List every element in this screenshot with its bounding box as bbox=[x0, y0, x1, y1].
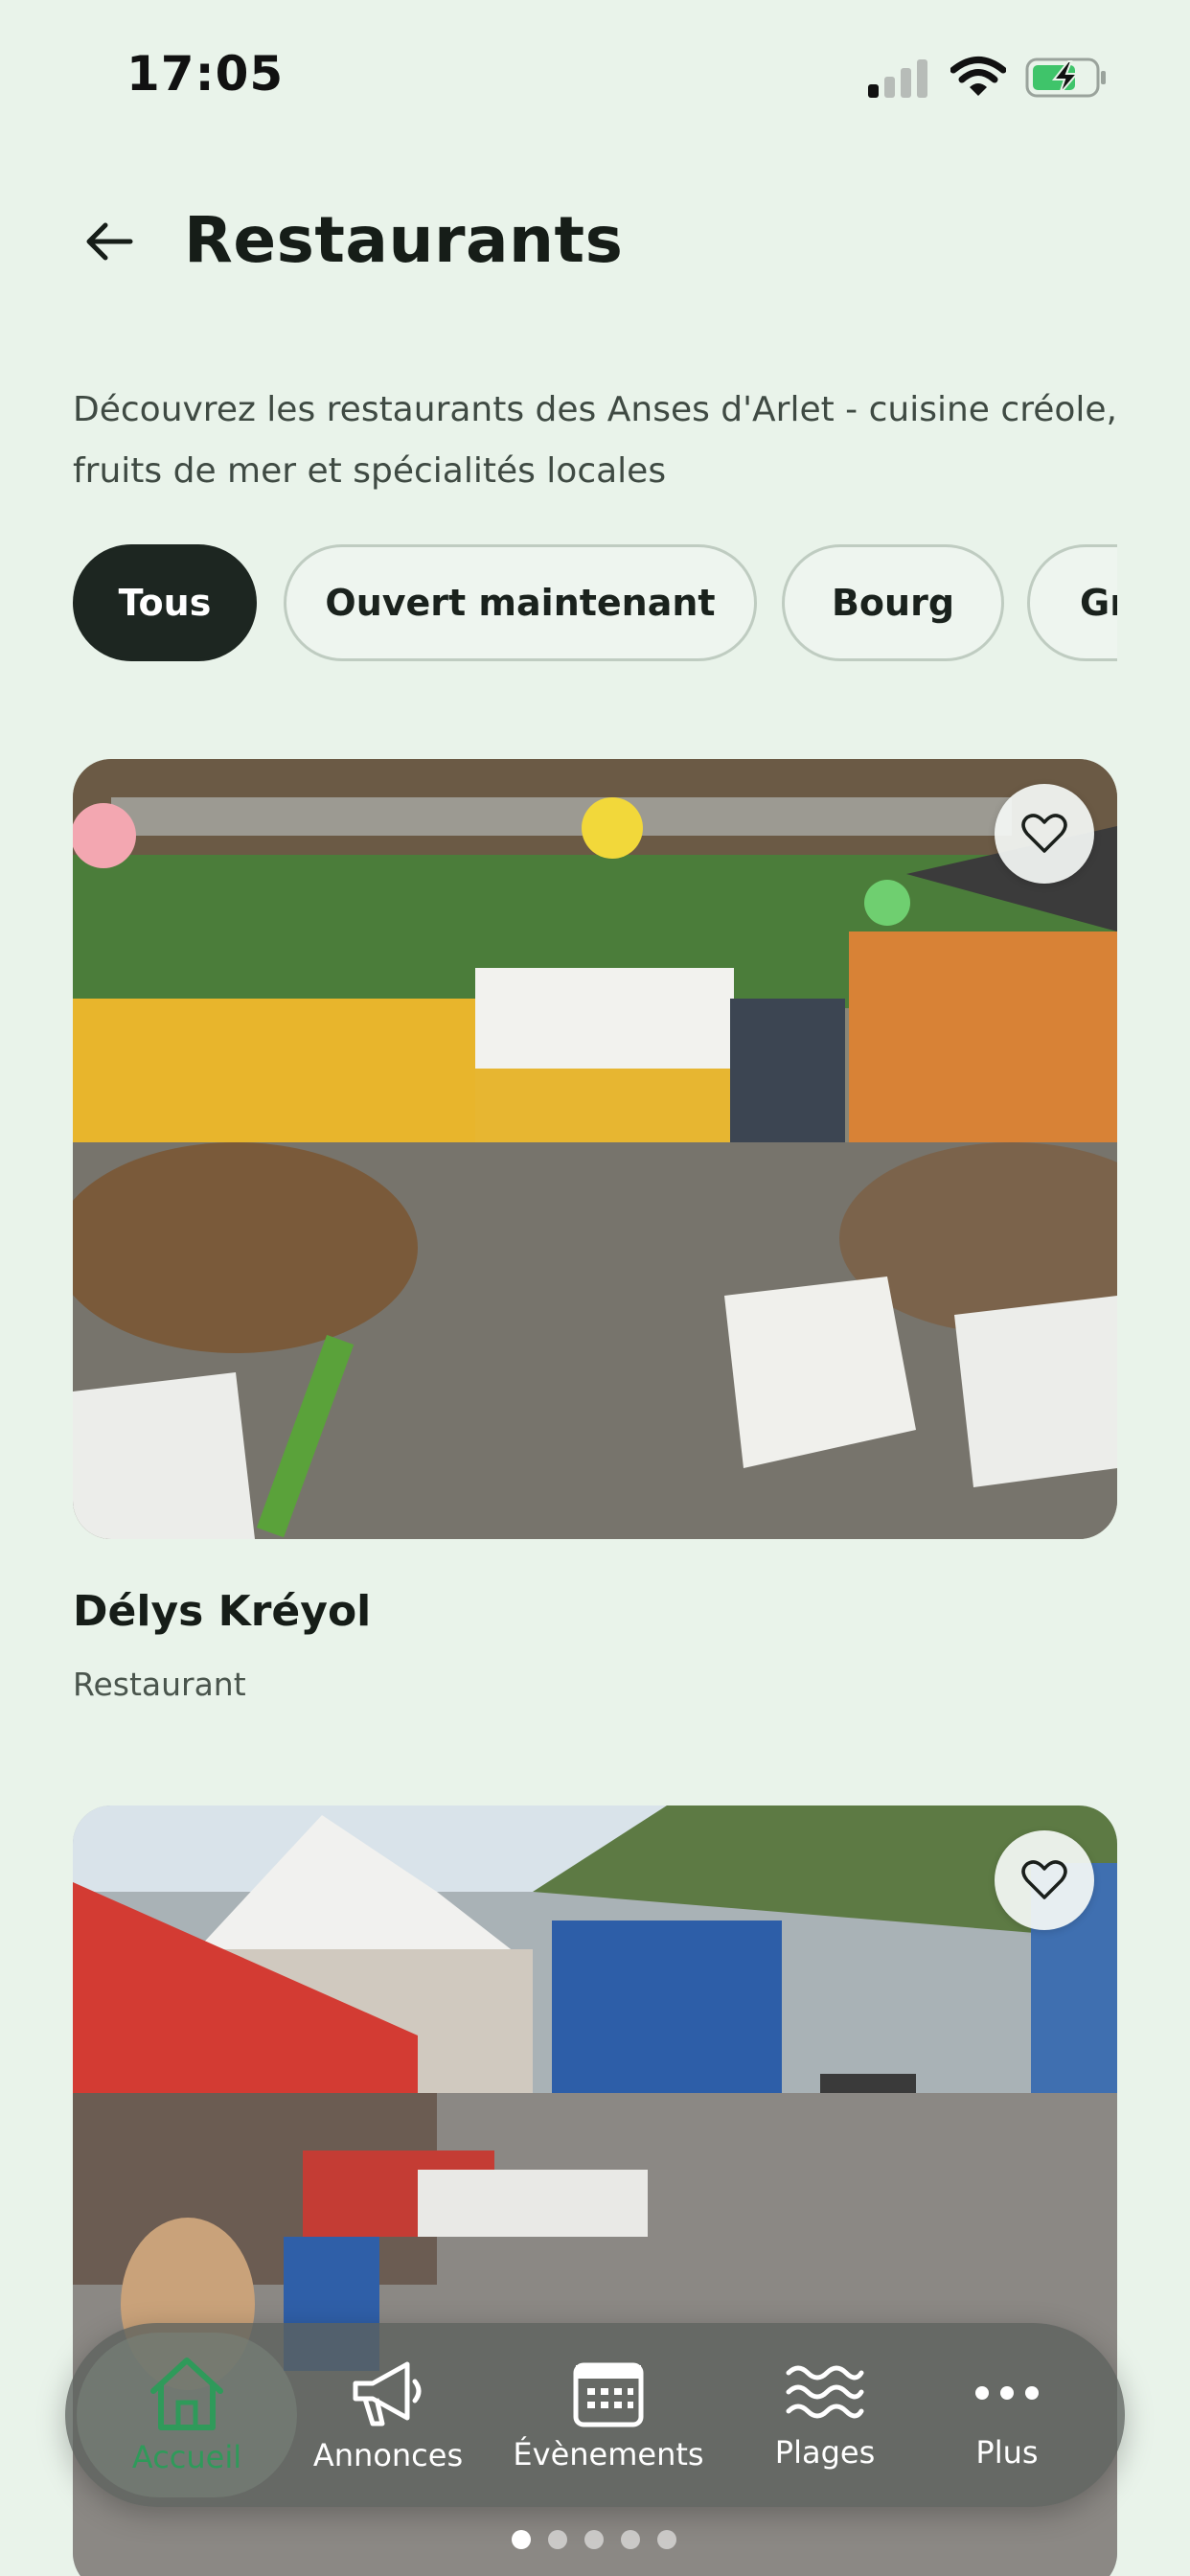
filter-chip-label: Tous bbox=[118, 582, 212, 624]
tab-label: Accueil bbox=[131, 2439, 242, 2475]
filter-chip-ouvert-maintenant[interactable]: Ouvert maintenant bbox=[284, 544, 757, 661]
tab-plus[interactable]: Plus bbox=[935, 2323, 1079, 2507]
page-description: Découvrez les restaurants des Anses d'Ar… bbox=[73, 390, 1117, 491]
filter-chip-label: Ouvert maintenant bbox=[325, 582, 716, 624]
home-icon bbox=[150, 2358, 223, 2430]
status-bar: 17:05 bbox=[0, 0, 1190, 144]
filter-chip-label: Gr bbox=[1080, 582, 1117, 624]
megaphone-icon bbox=[353, 2361, 422, 2426]
restaurant-photo bbox=[73, 759, 1117, 1539]
arrow-left-icon bbox=[86, 222, 133, 261]
filter-chip-label: Bourg bbox=[831, 582, 955, 624]
restaurant-card-image[interactable] bbox=[73, 759, 1117, 1539]
pager-dot[interactable] bbox=[657, 2530, 676, 2549]
tab-evenements[interactable]: Évènements bbox=[508, 2323, 709, 2507]
heart-outline-icon bbox=[1021, 1860, 1067, 1899]
filter-chip-gr[interactable]: Gr bbox=[1027, 544, 1117, 661]
pager-dot[interactable] bbox=[548, 2530, 567, 2549]
signal-icon bbox=[868, 59, 929, 98]
restaurants-screen: 17:05 Restaurants Découvrez les restaura… bbox=[0, 0, 1190, 2576]
tab-label: Annonces bbox=[312, 2437, 464, 2473]
pager-dot[interactable] bbox=[621, 2530, 640, 2549]
waves-icon bbox=[786, 2365, 864, 2419]
filter-chip-tous[interactable]: Tous bbox=[73, 544, 257, 661]
wifi-icon bbox=[950, 57, 1006, 96]
tab-label: Plus bbox=[975, 2434, 1039, 2471]
favorite-button[interactable] bbox=[995, 784, 1094, 884]
filter-chip-bourg[interactable]: Bourg bbox=[782, 544, 1004, 661]
restaurant-category: Restaurant bbox=[73, 1666, 246, 1703]
filter-chips: Tous Ouvert maintenant Bourg Gr bbox=[73, 544, 1117, 663]
heart-outline-icon bbox=[1021, 814, 1067, 853]
calendar-icon bbox=[573, 2362, 644, 2427]
more-dots-icon bbox=[975, 2386, 1039, 2400]
tab-accueil[interactable]: Accueil bbox=[77, 2323, 297, 2507]
restaurant-name[interactable]: Délys Kréyol bbox=[73, 1587, 371, 1636]
tab-annonces[interactable]: Annonces bbox=[297, 2323, 479, 2507]
battery-charging-icon bbox=[1025, 58, 1106, 98]
tab-label: Évènements bbox=[513, 2436, 704, 2472]
pager-dot[interactable] bbox=[512, 2530, 531, 2549]
bottom-tab-bar: Accueil Annonces Évènements Plages Plus bbox=[65, 2323, 1125, 2507]
back-button[interactable] bbox=[75, 207, 144, 276]
page-title: Restaurants bbox=[184, 203, 624, 277]
favorite-button[interactable] bbox=[995, 1830, 1094, 1930]
tab-label: Plages bbox=[774, 2434, 876, 2471]
pager-dot[interactable] bbox=[584, 2530, 604, 2549]
image-pager-dots bbox=[0, 2530, 1190, 2553]
status-time: 17:05 bbox=[126, 46, 285, 102]
tab-plages[interactable]: Plages bbox=[753, 2323, 897, 2507]
